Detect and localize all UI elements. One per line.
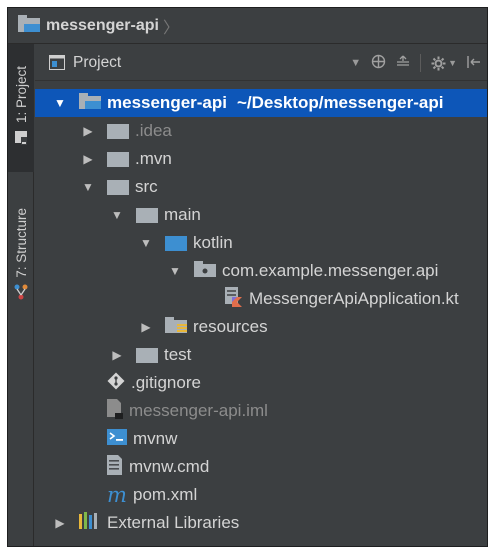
tree-item-label: messenger-api.iml xyxy=(129,401,268,420)
project-tool-window: messenger-api 〉 1: Project 7: Structure xyxy=(7,7,488,547)
tree-item-label: MessengerApiApplication.kt xyxy=(249,289,459,308)
expand-arrow-icon[interactable]: ▼ xyxy=(81,180,95,194)
folder-icon xyxy=(136,207,158,223)
left-tool-strip: 1: Project 7: Structure xyxy=(8,44,34,546)
breadcrumb-project-name: messenger-api xyxy=(46,16,159,34)
tab-project-label: 1: Project xyxy=(13,65,29,124)
tree-item-label: resources xyxy=(193,317,268,336)
tree-item-gitignore[interactable]: .gitignore xyxy=(35,369,487,397)
module-folder-icon xyxy=(79,92,101,114)
folder-icon xyxy=(136,347,158,363)
kotlin-file-icon xyxy=(225,286,243,312)
folder-icon xyxy=(107,151,129,167)
tree-item-label: pom.xml xyxy=(133,485,198,504)
structure-icon xyxy=(14,284,28,305)
resources-folder-icon xyxy=(165,316,187,338)
navigation-bar: messenger-api 〉 xyxy=(8,8,487,44)
package-icon xyxy=(194,260,216,282)
tree-item-label: main xyxy=(164,205,201,224)
project-view-icon xyxy=(49,55,65,70)
tree-item-label: src xyxy=(135,177,158,196)
tab-project[interactable]: 1: Project xyxy=(8,44,34,172)
chevron-right-icon: 〉 xyxy=(162,19,179,37)
git-icon xyxy=(107,372,125,395)
tree-item-kotlin[interactable]: ▼ kotlin xyxy=(35,229,487,257)
tree-item-mvn[interactable]: ▶ .mvn xyxy=(35,145,487,173)
collapsed-arrow-icon[interactable]: ▶ xyxy=(110,348,124,362)
module-file-icon xyxy=(107,398,123,424)
tree-item-label: External Libraries xyxy=(107,513,240,532)
breadcrumb[interactable]: messenger-api 〉 xyxy=(18,14,179,38)
tree-item-package[interactable]: ▼ com.example.messenger.api xyxy=(35,257,487,285)
tree-item-external-libraries[interactable]: ▶ External Libraries xyxy=(35,509,487,537)
collapsed-arrow-icon[interactable]: ▶ xyxy=(139,320,153,334)
tree-item-label: .idea xyxy=(135,121,172,140)
tree-item-mvnw-cmd[interactable]: mvnw.cmd xyxy=(35,453,487,481)
project-folder-icon xyxy=(18,14,40,37)
tree-item-test[interactable]: ▶ test xyxy=(35,341,487,369)
collapsed-arrow-icon[interactable]: ▶ xyxy=(53,516,67,530)
tree-item-src[interactable]: ▼ src xyxy=(35,173,487,201)
folder-icon xyxy=(107,179,129,195)
maven-icon: m xyxy=(107,483,127,507)
expand-arrow-icon[interactable]: ▼ xyxy=(110,208,124,222)
header-controls: ▼ ▼ xyxy=(350,45,481,81)
tree-item-messenger-api[interactable]: ▼ messenger-api ~/Desktop/messenger-api xyxy=(35,89,487,117)
view-dropdown-icon[interactable]: ▼ xyxy=(350,57,361,69)
tree-item-label: .gitignore xyxy=(131,373,201,392)
tree-item-idea[interactable]: ▶ .idea xyxy=(35,117,487,145)
expand-arrow-icon[interactable]: ▼ xyxy=(53,96,67,110)
source-folder-icon xyxy=(165,235,187,251)
collapsed-arrow-icon[interactable]: ▶ xyxy=(81,124,95,138)
toolbar-separator xyxy=(420,54,422,72)
collapse-all-icon[interactable] xyxy=(396,55,410,72)
tree-item-app-file[interactable]: MessengerApiApplication.kt xyxy=(35,285,487,313)
folder-icon xyxy=(107,123,129,139)
tab-structure[interactable]: 7: Structure xyxy=(8,194,34,319)
tree-item-label: .mvn xyxy=(135,149,172,168)
tool-window-header: Project ▼ ▼ xyxy=(35,45,487,81)
text-file-icon xyxy=(107,454,123,480)
tree-item-mvnw[interactable]: mvnw xyxy=(35,425,487,453)
project-icon xyxy=(15,131,27,150)
tree-item-resources[interactable]: ▶ resources xyxy=(35,313,487,341)
project-path: ~/Desktop/messenger-api xyxy=(237,93,444,112)
tree-item-label: com.example.messenger.api xyxy=(222,261,439,280)
hide-panel-icon[interactable] xyxy=(467,55,481,72)
tree-item-pom[interactable]: m pom.xml xyxy=(35,481,487,509)
tab-structure-label: 7: Structure xyxy=(13,208,29,278)
tree-item-label: kotlin xyxy=(193,233,233,252)
tree-item-label: mvnw xyxy=(133,429,178,448)
panel-title: Project xyxy=(73,53,122,71)
tree-item-iml[interactable]: messenger-api.iml xyxy=(35,397,487,425)
tree-item-label: messenger-api xyxy=(107,93,227,112)
collapsed-arrow-icon[interactable]: ▶ xyxy=(81,152,95,166)
tree-item-main[interactable]: ▼ main xyxy=(35,201,487,229)
libraries-icon xyxy=(79,512,101,534)
tree-item-label: test xyxy=(164,345,192,364)
expand-arrow-icon[interactable]: ▼ xyxy=(139,236,153,250)
shell-script-icon xyxy=(107,428,127,450)
project-tree: ▼ messenger-api ~/Desktop/messenger-api … xyxy=(35,83,487,546)
settings-gear-icon[interactable]: ▼ xyxy=(431,56,457,71)
locate-icon[interactable] xyxy=(371,54,386,72)
tree-item-label: mvnw.cmd xyxy=(129,457,210,476)
expand-arrow-icon[interactable]: ▼ xyxy=(168,264,182,278)
